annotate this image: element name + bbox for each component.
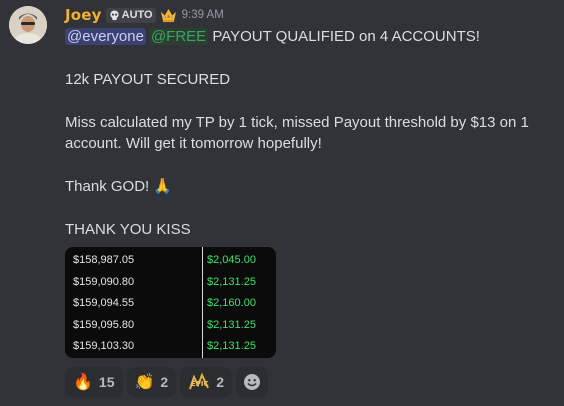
everyone-mention[interactable]: @everyone: [65, 28, 146, 45]
message-header: Joey AUTO 9:39 AM: [65, 6, 224, 24]
payout-cell: $2,160.00: [207, 297, 256, 309]
payout-column: $2,045.00 $2,131.25 $2,160.00 $2,131.25 …: [207, 250, 256, 358]
balance-cell: $159,095.80: [73, 318, 135, 331]
chat-message: Joey AUTO 9:39 AM @everyone @FREE PAYOUT …: [0, 0, 564, 406]
reaction-count: 15: [98, 374, 115, 390]
praying-hands-icon: 🙏: [153, 178, 173, 195]
reactions-bar: 🔥 15 👏 2 EPIC 2: [65, 367, 269, 397]
explanation-text: Miss calculated my TP by 1 tick, missed …: [65, 114, 529, 152]
message-content: @everyone @FREE PAYOUT QUALIFIED on 4 ACC…: [65, 26, 545, 240]
reaction-count: 2: [160, 374, 169, 390]
thanks-text: Thank GOD!: [65, 178, 150, 195]
kiss-text: THANK YOU KISS: [65, 221, 191, 238]
secured-text: 12k PAYOUT SECURED: [65, 71, 231, 88]
clapping-hands-icon: 👏: [134, 374, 155, 391]
reaction-count: 2: [216, 374, 225, 390]
smiley-icon: [244, 374, 261, 390]
skull-icon: [110, 9, 119, 20]
fire-icon: 🔥: [73, 374, 93, 391]
app-tag: AUTO: [105, 7, 156, 23]
payout-cell: $2,131.25: [207, 318, 256, 331]
epic-sticker-icon: EPIC: [188, 372, 210, 391]
image-attachment[interactable]: $158,987.05 $159,090.80 $159,094.55 $159…: [65, 247, 276, 358]
username[interactable]: Joey: [65, 6, 102, 24]
headline-text: PAYOUT QUALIFIED on 4 ACCOUNTS!: [208, 28, 480, 45]
balance-cell: $159,094.55: [73, 297, 135, 309]
add-reaction-button[interactable]: [236, 367, 269, 397]
timestamp: 9:39 AM: [181, 9, 224, 21]
payout-cell: $2,131.25: [207, 275, 256, 288]
epic-sticker-text: EPIC: [191, 380, 209, 388]
balance-cell: $159,090.80: [73, 275, 135, 288]
payout-cell: $2,131.25: [207, 340, 256, 352]
thanks-line: Thank GOD! 🙏: [65, 176, 545, 197]
balance-cell: $158,987.05: [73, 254, 135, 266]
app-tag-label: AUTO: [121, 9, 153, 21]
reaction-fire[interactable]: 🔥 15: [65, 367, 123, 397]
column-divider: [202, 247, 203, 358]
role-mention-free[interactable]: @FREE: [148, 28, 209, 45]
balance-cell: $159,103.30: [73, 340, 135, 352]
reaction-clap[interactable]: 👏 2: [126, 367, 177, 397]
crown-icon: [160, 8, 176, 22]
headline-line: @everyone @FREE PAYOUT QUALIFIED on 4 ACC…: [65, 26, 545, 47]
payout-cell: $2,045.00: [207, 254, 256, 266]
avatar[interactable]: [9, 6, 47, 44]
balance-column: $158,987.05 $159,090.80 $159,094.55 $159…: [73, 250, 134, 358]
reaction-epic[interactable]: EPIC 2: [180, 367, 233, 397]
